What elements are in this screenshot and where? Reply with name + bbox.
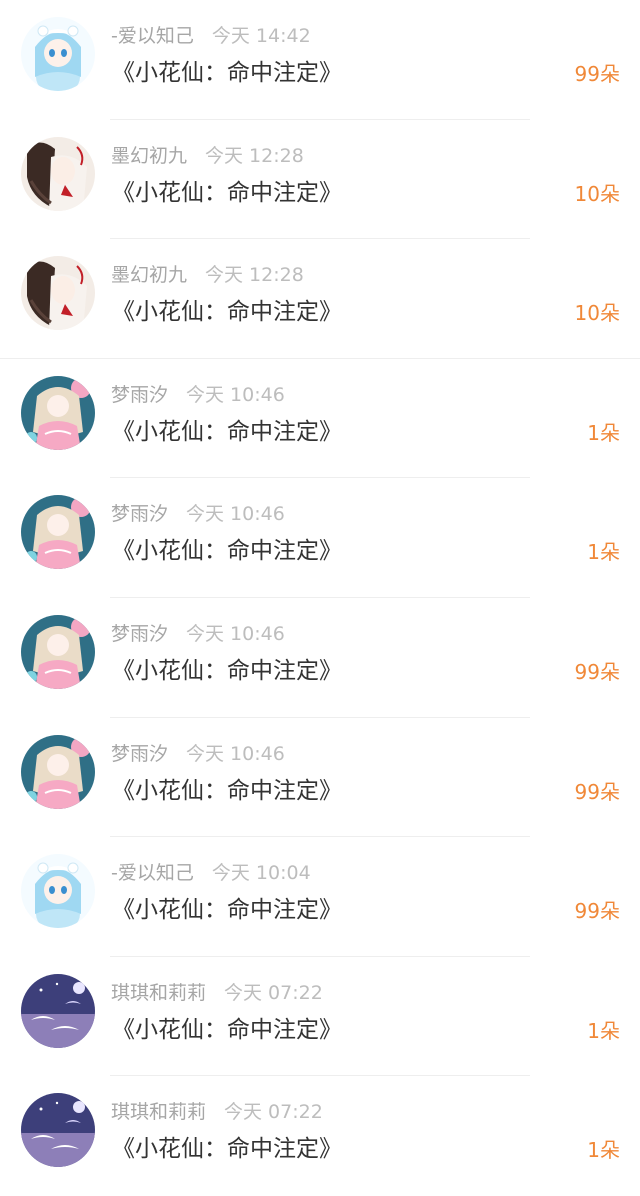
gift-count: 99朵 bbox=[574, 899, 620, 924]
sender-name[interactable]: 梦雨汐 bbox=[111, 384, 168, 406]
sender-meta: 梦雨汐 今天 10:46 bbox=[111, 381, 285, 409]
gift-count: 1朵 bbox=[587, 1138, 620, 1163]
sender-name[interactable]: 墨幻初九 bbox=[111, 145, 187, 167]
avatar[interactable] bbox=[21, 256, 95, 331]
sender-name[interactable]: -爱以知己 bbox=[111, 862, 194, 884]
send-time: 今天 10:04 bbox=[211, 862, 311, 885]
sender-meta: 梦雨汐 今天 10:46 bbox=[111, 620, 285, 648]
sender-meta: 墨幻初九 今天 12:28 bbox=[111, 142, 304, 170]
work-title[interactable]: 《小花仙：命中注定》 bbox=[112, 1131, 342, 1167]
send-time: 今天 10:46 bbox=[186, 622, 285, 645]
avatar[interactable] bbox=[21, 614, 95, 689]
list-item[interactable]: 墨幻初九 今天 12:28 《小花仙：命中注定》 10朵 bbox=[0, 239, 640, 359]
send-time: 今天 10:46 bbox=[186, 383, 285, 406]
sender-meta: 梦雨汐 今天 10:46 bbox=[111, 740, 285, 768]
pink-dress-girl-avatar-icon bbox=[21, 734, 95, 809]
gift-count: 99朵 bbox=[574, 659, 620, 684]
sender-meta: -爱以知己 今天 10:04 bbox=[111, 859, 311, 887]
sender-meta: 梦雨汐 今天 10:46 bbox=[111, 500, 285, 528]
send-time: 今天 10:46 bbox=[186, 742, 285, 765]
sender-meta: 琪琪和莉莉 今天 07:22 bbox=[111, 979, 323, 1007]
avatar[interactable] bbox=[21, 973, 95, 1048]
avatar[interactable] bbox=[21, 854, 95, 929]
list-item[interactable]: 梦雨汐 今天 10:46 《小花仙：命中注定》 1朵 bbox=[0, 478, 640, 598]
list-item[interactable]: 梦雨汐 今天 10:46 《小花仙：命中注定》 99朵 bbox=[0, 718, 640, 838]
pink-dress-girl-avatar-icon bbox=[21, 614, 95, 689]
avatar[interactable] bbox=[21, 734, 95, 809]
work-title[interactable]: 《小花仙：命中注定》 bbox=[112, 294, 342, 330]
list-item[interactable]: 墨幻初九 今天 12:28 《小花仙：命中注定》 10朵 bbox=[0, 120, 640, 240]
avatar[interactable] bbox=[21, 1093, 95, 1168]
sender-name[interactable]: 琪琪和莉莉 bbox=[111, 1101, 206, 1123]
work-title[interactable]: 《小花仙：命中注定》 bbox=[112, 1012, 342, 1048]
snow-girl-avatar-icon bbox=[21, 17, 95, 91]
send-time: 今天 07:22 bbox=[224, 1101, 323, 1124]
sender-meta: -爱以知己 今天 14:42 bbox=[111, 22, 311, 50]
gift-record-list: -爱以知己 今天 14:42 《小花仙：命中注定》 99朵 墨幻初九 今天 12:2… bbox=[0, 0, 640, 1196]
send-time: 今天 14:42 bbox=[211, 25, 311, 47]
send-time: 今天 10:46 bbox=[186, 503, 285, 526]
gift-count: 10朵 bbox=[574, 181, 620, 206]
pink-dress-girl-avatar-icon bbox=[21, 375, 95, 450]
list-item[interactable]: -爱以知己 今天 14:42 《小花仙：命中注定》 99朵 bbox=[0, 0, 640, 120]
list-item[interactable]: 梦雨汐 今天 10:46 《小花仙：命中注定》 1朵 bbox=[0, 359, 640, 479]
work-title[interactable]: 《小花仙：命中注定》 bbox=[112, 892, 342, 928]
list-item[interactable]: 梦雨汐 今天 10:46 《小花仙：命中注定》 99朵 bbox=[0, 598, 640, 718]
gift-count: 10朵 bbox=[574, 301, 620, 326]
sender-name[interactable]: 琪琪和莉莉 bbox=[111, 982, 206, 1004]
red-ribbon-girl-avatar-icon bbox=[21, 136, 95, 211]
gift-count: 1朵 bbox=[587, 1018, 620, 1043]
send-time: 今天 12:28 bbox=[205, 144, 304, 167]
avatar[interactable] bbox=[21, 375, 95, 450]
avatar[interactable] bbox=[21, 495, 95, 570]
sender-name[interactable]: 梦雨汐 bbox=[111, 743, 168, 765]
work-title[interactable]: 《小花仙：命中注定》 bbox=[112, 533, 342, 569]
send-time: 今天 12:28 bbox=[205, 264, 304, 287]
gift-count: 1朵 bbox=[587, 420, 620, 445]
work-title[interactable]: 《小花仙：命中注定》 bbox=[112, 55, 342, 91]
sender-meta: 琪琪和莉莉 今天 07:22 bbox=[111, 1098, 323, 1126]
send-time: 今天 07:22 bbox=[224, 981, 323, 1004]
night-sky-birds-avatar-icon bbox=[21, 1093, 95, 1168]
gift-count: 1朵 bbox=[587, 540, 620, 565]
sender-name[interactable]: -爱以知己 bbox=[111, 25, 194, 47]
work-title[interactable]: 《小花仙：命中注定》 bbox=[112, 175, 342, 211]
sender-meta: 墨幻初九 今天 12:28 bbox=[111, 261, 304, 289]
avatar[interactable] bbox=[21, 136, 95, 211]
night-sky-birds-avatar-icon bbox=[21, 973, 95, 1048]
work-title[interactable]: 《小花仙：命中注定》 bbox=[112, 773, 342, 809]
snow-girl-avatar-icon bbox=[21, 854, 95, 929]
list-item[interactable]: -爱以知己 今天 10:04 《小花仙：命中注定》 99朵 bbox=[0, 837, 640, 957]
work-title[interactable]: 《小花仙：命中注定》 bbox=[112, 653, 342, 689]
avatar[interactable] bbox=[21, 17, 95, 91]
sender-name[interactable]: 墨幻初九 bbox=[111, 264, 187, 286]
gift-count: 99朵 bbox=[574, 779, 620, 804]
red-ribbon-girl-avatar-icon bbox=[21, 256, 95, 331]
list-item[interactable]: 琪琪和莉莉 今天 07:22 《小花仙：命中注定》 1朵 bbox=[0, 1076, 640, 1196]
list-item[interactable]: 琪琪和莉莉 今天 07:22 《小花仙：命中注定》 1朵 bbox=[0, 957, 640, 1077]
sender-name[interactable]: 梦雨汐 bbox=[111, 503, 168, 525]
sender-name[interactable]: 梦雨汐 bbox=[111, 623, 168, 645]
work-title[interactable]: 《小花仙：命中注定》 bbox=[112, 414, 342, 450]
pink-dress-girl-avatar-icon bbox=[21, 495, 95, 570]
gift-count: 99朵 bbox=[574, 62, 620, 86]
